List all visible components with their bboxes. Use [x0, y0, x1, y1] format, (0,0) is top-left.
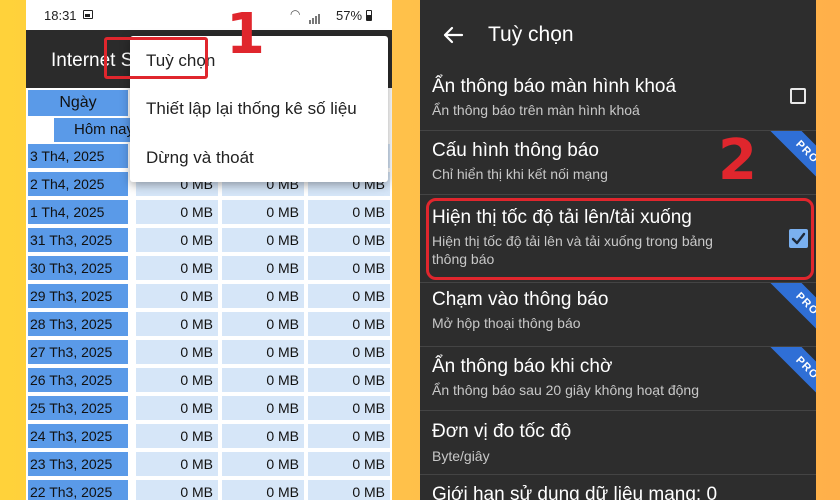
- row-date: 31 Th3, 2025: [28, 228, 128, 252]
- row-usage-col3: 0 MB: [308, 228, 390, 252]
- back-arrow-icon[interactable]: [442, 24, 464, 46]
- settings-app-bar: Tuỳ chọn: [420, 0, 816, 70]
- row-usage-col1: 0 MB: [136, 200, 218, 224]
- row-usage-col2: 0 MB: [222, 424, 304, 448]
- table-row[interactable]: 27 Th3, 2025 0 MB 0 MB 0 MB: [26, 340, 392, 364]
- menu-item-label: Thiết lập lại thống kê số liệu: [146, 99, 357, 118]
- row-usage-col3: 0 MB: [308, 284, 390, 308]
- highlight-box-options: [104, 37, 208, 79]
- option-subtitle: Byte/giây: [432, 448, 490, 464]
- row-date: 29 Th3, 2025: [28, 284, 128, 308]
- row-date: 3 Th4, 2025: [28, 144, 128, 168]
- row-date: 2 Th4, 2025: [28, 172, 128, 196]
- usage-rows: 3 Th4, 20250 MB0 MB0 MB2 Th4, 20250 MB0 …: [26, 144, 392, 500]
- left-phone-screen: 18:31 ◠ 57% Internet S Ngày Hôm nay 3 Th…: [26, 0, 392, 500]
- row-usage-col3: 0 MB: [308, 480, 390, 500]
- row-usage-col2: 0 MB: [222, 368, 304, 392]
- row-usage-col3: 0 MB: [308, 368, 390, 392]
- menu-item-reset-stats[interactable]: Thiết lập lại thống kê số liệu: [130, 88, 388, 128]
- table-row[interactable]: 22 Th3, 2025 0 MB 0 MB 0 MB: [26, 480, 392, 500]
- table-row[interactable]: 29 Th3, 2025 0 MB 0 MB 0 MB: [26, 284, 392, 308]
- table-row[interactable]: 24 Th3, 2025 0 MB 0 MB 0 MB: [26, 424, 392, 448]
- table-row[interactable]: 28 Th3, 2025 0 MB 0 MB 0 MB: [26, 312, 392, 336]
- table-row[interactable]: 23 Th3, 2025 0 MB 0 MB 0 MB: [26, 452, 392, 476]
- signal-icon: [309, 9, 321, 24]
- row-usage-col1: 0 MB: [136, 452, 218, 476]
- battery-icon: [366, 10, 372, 21]
- row-usage-col3: 0 MB: [308, 256, 390, 280]
- battery-percent: 57%: [336, 8, 363, 23]
- row-usage-col2: 0 MB: [222, 312, 304, 336]
- settings-title: Tuỳ chọn: [488, 23, 574, 46]
- row-date: 30 Th3, 2025: [28, 256, 128, 280]
- row-date: 22 Th3, 2025: [28, 480, 128, 500]
- table-row[interactable]: 1 Th4, 2025 0 MB 0 MB 0 MB: [26, 200, 392, 224]
- row-usage-col3: 0 MB: [308, 200, 390, 224]
- row-usage-col1: 0 MB: [136, 256, 218, 280]
- row-date: 24 Th3, 2025: [28, 424, 128, 448]
- menu-item-stop-exit[interactable]: Dừng và thoát: [130, 137, 388, 177]
- row-usage-col1: 0 MB: [136, 284, 218, 308]
- table-row[interactable]: 30 Th3, 2025 0 MB 0 MB 0 MB: [26, 256, 392, 280]
- step-number-2: 2: [718, 128, 757, 193]
- row-date: 26 Th3, 2025: [28, 368, 128, 392]
- menu-item-label: Dừng và thoát: [146, 148, 254, 167]
- row-usage-col2: 0 MB: [222, 284, 304, 308]
- option-title: Giới hạn sử dụng dữ liệu mạng: 0: [432, 484, 718, 500]
- pro-ribbon: PRO: [756, 347, 816, 407]
- wifi-icon: ◠: [290, 7, 301, 21]
- row-date: 25 Th3, 2025: [28, 396, 128, 420]
- table-row[interactable]: 31 Th3, 2025 0 MB 0 MB 0 MB: [26, 228, 392, 252]
- step-number-1: 1: [226, 2, 265, 67]
- option-subtitle: Ẩn thông báo trên màn hình khoá: [432, 102, 640, 118]
- pro-ribbon: PRO: [756, 283, 816, 343]
- image-notification-icon: [83, 10, 93, 19]
- row-usage-col3: 0 MB: [308, 452, 390, 476]
- row-usage-col2: 0 MB: [222, 452, 304, 476]
- checkbox-unchecked[interactable]: [790, 88, 806, 104]
- table-row[interactable]: 26 Th3, 2025 0 MB 0 MB 0 MB: [26, 368, 392, 392]
- status-time: 18:31: [44, 8, 77, 23]
- row-date: 23 Th3, 2025: [28, 452, 128, 476]
- row-usage-col1: 0 MB: [136, 424, 218, 448]
- header-day: Ngày: [28, 90, 128, 116]
- option-data-limit[interactable]: Giới hạn sử dụng dữ liệu mạng: 0: [420, 475, 816, 500]
- row-usage-col2: 0 MB: [222, 340, 304, 364]
- option-hide-lockscreen-notification[interactable]: Ẩn thông báo màn hình khoá Ẩn thông báo …: [420, 70, 816, 130]
- option-title: Chạm vào thông báo: [432, 289, 609, 310]
- row-usage-col3: 0 MB: [308, 396, 390, 420]
- row-usage-col1: 0 MB: [136, 480, 218, 500]
- row-usage-col2: 0 MB: [222, 480, 304, 500]
- option-subtitle: Mở hộp thoại thông báo: [432, 315, 581, 331]
- table-row[interactable]: 25 Th3, 2025 0 MB 0 MB 0 MB: [26, 396, 392, 420]
- option-subtitle: Chỉ hiển thị khi kết nối mạng: [432, 166, 608, 182]
- row-usage-col3: 0 MB: [308, 424, 390, 448]
- row-usage-col3: 0 MB: [308, 312, 390, 336]
- row-date: 28 Th3, 2025: [28, 312, 128, 336]
- row-usage-col2: 0 MB: [222, 200, 304, 224]
- row-usage-col1: 0 MB: [136, 396, 218, 420]
- option-title: Cấu hình thông báo: [432, 140, 599, 161]
- row-usage-col3: 0 MB: [308, 340, 390, 364]
- row-date: 1 Th4, 2025: [28, 200, 128, 224]
- row-date: 27 Th3, 2025: [28, 340, 128, 364]
- row-usage-col1: 0 MB: [136, 228, 218, 252]
- row-usage-col2: 0 MB: [222, 228, 304, 252]
- row-usage-col1: 0 MB: [136, 368, 218, 392]
- option-subtitle: Ẩn thông báo sau 20 giây không hoạt động: [432, 382, 699, 398]
- pro-ribbon: PRO: [756, 131, 816, 191]
- option-title: Ẩn thông báo khi chờ: [432, 356, 613, 377]
- row-usage-col2: 0 MB: [222, 396, 304, 420]
- row-usage-col2: 0 MB: [222, 256, 304, 280]
- option-title: Ẩn thông báo màn hình khoá: [432, 76, 677, 97]
- status-bar: 18:31 ◠ 57%: [26, 0, 392, 30]
- option-speed-unit[interactable]: Đơn vị đo tốc độ Byte/giây: [420, 411, 816, 473]
- highlight-box-show-speed: [426, 198, 814, 280]
- option-title: Đơn vị đo tốc độ: [432, 421, 572, 442]
- row-usage-col1: 0 MB: [136, 312, 218, 336]
- row-usage-col1: 0 MB: [136, 340, 218, 364]
